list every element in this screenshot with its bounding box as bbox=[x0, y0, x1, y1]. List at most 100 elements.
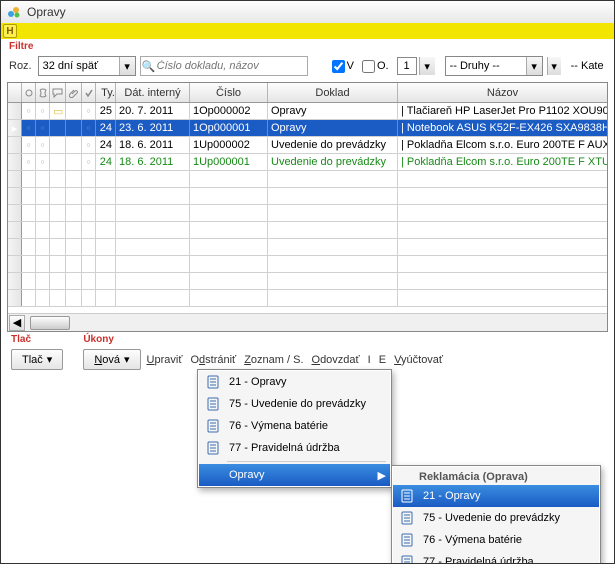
range-select[interactable]: ▾ bbox=[38, 56, 136, 76]
table-row-empty bbox=[8, 273, 607, 290]
col-flag1[interactable] bbox=[22, 83, 36, 102]
search-box[interactable]: 🔍 bbox=[140, 56, 308, 76]
document-icon bbox=[203, 441, 223, 455]
menu-item[interactable]: 76 - Výmena batérie bbox=[393, 529, 599, 551]
filter-section-label: Filtre bbox=[1, 39, 614, 52]
menu-item[interactable]: 21 - Opravy bbox=[199, 371, 390, 393]
document-icon bbox=[397, 555, 417, 564]
cell-flag2: ○ bbox=[36, 137, 50, 153]
search-input[interactable] bbox=[157, 60, 307, 72]
kate-label: -- Kate bbox=[571, 60, 604, 72]
col-check[interactable] bbox=[82, 83, 96, 102]
cell-date: 18. 6. 2011 bbox=[116, 137, 190, 153]
menu-item-label: 75 - Uvedenie do prevádzky bbox=[423, 512, 560, 524]
menu-item[interactable]: 77 - Pravidelná údržba bbox=[199, 437, 390, 459]
cell-date: 23. 6. 2011 bbox=[116, 120, 190, 136]
grid-body[interactable]: ○○▭○2520. 7. 20111Op000002Opravy| Tlačia… bbox=[8, 103, 607, 313]
hscroll-left-icon[interactable]: ◀ bbox=[9, 315, 25, 331]
nova-button-label: Nová bbox=[94, 354, 120, 366]
cell-cislo: 1Up000001 bbox=[190, 154, 268, 170]
h-button[interactable]: H bbox=[3, 24, 17, 38]
cell-cislo: 1Op000002 bbox=[190, 103, 268, 119]
menu-item-opravy-submenu[interactable]: Opravy ▶ bbox=[199, 464, 390, 486]
table-row[interactable]: ○○○2418. 6. 20111Up000001Uvedenie do pre… bbox=[8, 154, 607, 171]
document-icon bbox=[397, 489, 417, 503]
col-doklad[interactable]: Doklad bbox=[268, 83, 398, 102]
tlac-section: Tlač Tlač ▾ bbox=[11, 334, 63, 370]
col-attach[interactable] bbox=[66, 83, 82, 102]
col-ty[interactable]: Ty. bbox=[96, 83, 116, 102]
num-input[interactable] bbox=[397, 57, 417, 75]
menu-item-label: 76 - Výmena batérie bbox=[423, 534, 522, 546]
upravit-link[interactable]: Upraviť bbox=[145, 351, 185, 369]
menu-item-label: Opravy bbox=[229, 469, 264, 481]
cell-note: ▭ bbox=[50, 103, 66, 119]
table-row-empty bbox=[8, 171, 607, 188]
col-note[interactable] bbox=[50, 83, 66, 102]
table-row[interactable]: ○○▭○2520. 7. 20111Op000002Opravy| Tlačia… bbox=[8, 103, 607, 120]
table-row-empty bbox=[8, 188, 607, 205]
table-row[interactable]: ▸○○○2423. 6. 20111Op000001Opravy| Notebo… bbox=[8, 120, 607, 137]
table-row-empty bbox=[8, 290, 607, 307]
menu-item[interactable]: 77 - Pravidelná údržba bbox=[393, 551, 599, 564]
cell-check: ○ bbox=[82, 103, 96, 119]
num-dropdown-icon[interactable]: ▾ bbox=[419, 57, 435, 75]
cell-flag1: ○ bbox=[22, 154, 36, 170]
document-icon bbox=[397, 533, 417, 547]
submenu-header: Reklamácia (Oprava) bbox=[393, 467, 599, 485]
titlebar: Opravy bbox=[1, 1, 614, 23]
gutter-header bbox=[8, 83, 22, 102]
menu-item-label: 76 - Výmena batérie bbox=[229, 420, 328, 432]
cell-doklad: Uvedenie do prevádzky bbox=[268, 137, 398, 153]
cell-check: ○ bbox=[82, 154, 96, 170]
horizontal-scrollbar[interactable]: ◀ bbox=[8, 313, 607, 331]
cell-note bbox=[50, 154, 66, 170]
cell-flag1: ○ bbox=[22, 120, 36, 136]
check-v-label: V bbox=[347, 60, 354, 72]
check-v[interactable] bbox=[332, 60, 345, 73]
cell-check: ○ bbox=[82, 120, 96, 136]
nova-button[interactable]: Nová ▾ bbox=[83, 349, 140, 370]
menu-item[interactable]: 21 - Opravy bbox=[393, 485, 599, 507]
cell-flag2: ○ bbox=[36, 120, 50, 136]
hscroll-thumb[interactable] bbox=[30, 316, 70, 330]
grid-header: Ty. Dát. interný Číslo Doklad Názov bbox=[8, 83, 607, 103]
cell-nazov: | Notebook ASUS K52F-EX426 SXA9838HU bbox=[398, 120, 607, 136]
menu-item[interactable]: 75 - Uvedenie do prevádzky bbox=[199, 393, 390, 415]
check-o[interactable] bbox=[362, 60, 375, 73]
vyuctovat-link[interactable]: Vyúčtovať bbox=[392, 351, 445, 369]
menu-item[interactable]: 75 - Uvedenie do prevádzky bbox=[393, 507, 599, 529]
zoznam-link[interactable]: Zoznam / S. bbox=[242, 351, 305, 369]
odovzdat-link[interactable]: Odovzdať bbox=[310, 351, 362, 369]
druhy-dropdown-icon[interactable]: ▾ bbox=[526, 57, 542, 75]
i-link[interactable]: I bbox=[366, 351, 373, 369]
cell-doklad: Opravy bbox=[268, 120, 398, 136]
menu-item[interactable]: 76 - Výmena batérie bbox=[199, 415, 390, 437]
col-date[interactable]: Dát. interný bbox=[116, 83, 190, 102]
tlac-button[interactable]: Tlač ▾ bbox=[11, 349, 63, 370]
range-input[interactable] bbox=[39, 57, 119, 75]
druhy-input[interactable] bbox=[446, 57, 526, 75]
search-icon: 🔍 bbox=[141, 60, 157, 73]
tlac-label: Tlač bbox=[11, 334, 63, 345]
col-cislo[interactable]: Číslo bbox=[190, 83, 268, 102]
table-row-empty bbox=[8, 222, 607, 239]
cell-doklad: Opravy bbox=[268, 103, 398, 119]
document-icon bbox=[203, 419, 223, 433]
druhy-select[interactable]: ▾ bbox=[445, 56, 543, 76]
druhy-extra-btn[interactable]: ▾ bbox=[547, 57, 561, 75]
cell-ty: 24 bbox=[96, 137, 116, 153]
ukony-label: Úkony bbox=[83, 334, 445, 345]
cell-flag2: ○ bbox=[36, 154, 50, 170]
range-dropdown-icon[interactable]: ▾ bbox=[119, 57, 135, 75]
table-row-empty bbox=[8, 239, 607, 256]
table-row[interactable]: ○○○2418. 6. 20111Up000002Uvedenie do pre… bbox=[8, 137, 607, 154]
odstranit-link[interactable]: Odstrániť bbox=[188, 351, 238, 369]
row-gutter: ▸ bbox=[8, 120, 22, 136]
app-window: Opravy H Filtre Roz. ▾ 🔍 V O. ▾ ▾ bbox=[0, 0, 615, 564]
e-link[interactable]: E bbox=[377, 351, 388, 369]
menu-separator bbox=[227, 461, 386, 462]
roz-label: Roz. bbox=[9, 60, 32, 72]
col-nazov[interactable]: Názov bbox=[398, 83, 607, 102]
col-flag2[interactable] bbox=[36, 83, 50, 102]
